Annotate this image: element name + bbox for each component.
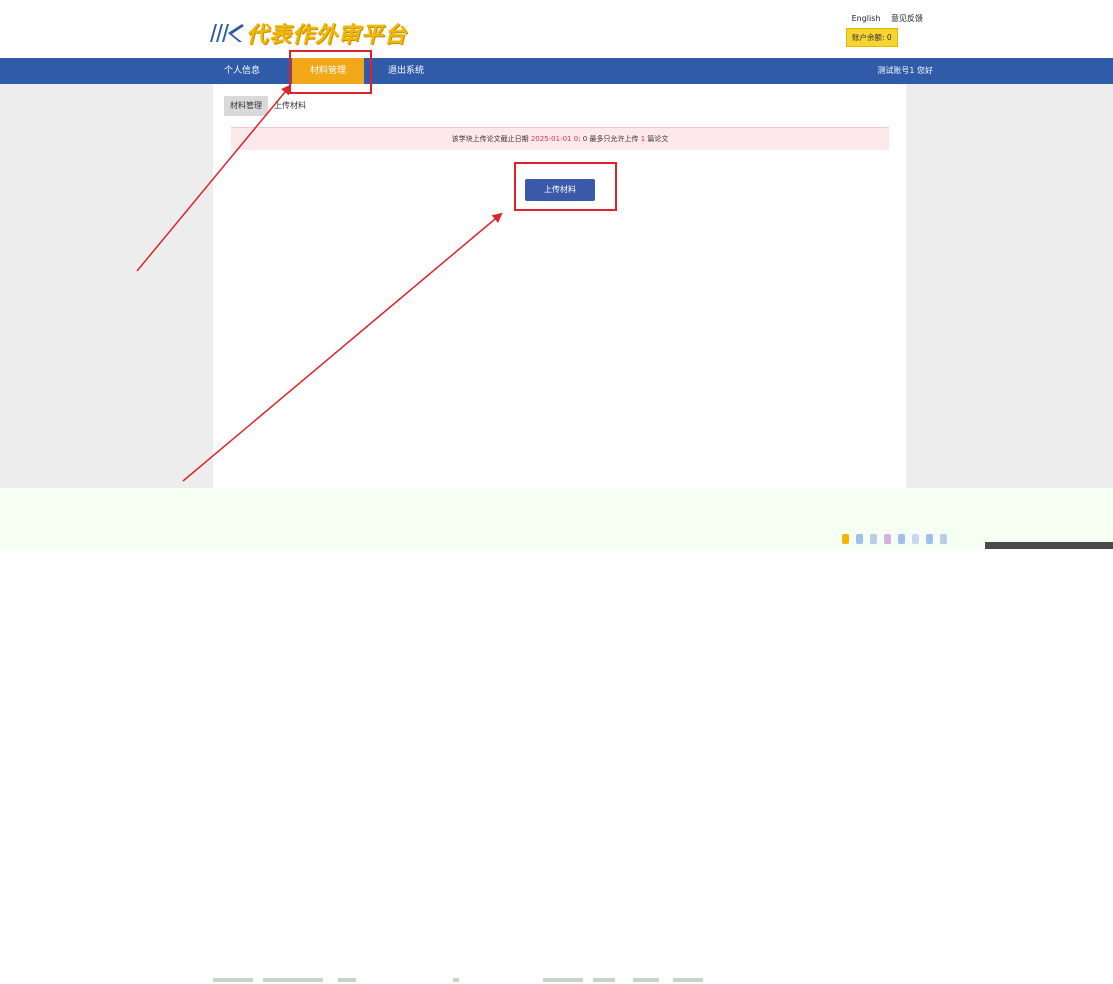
nav-item-profile[interactable]: 个人信息 xyxy=(213,58,271,84)
app-icon[interactable] xyxy=(842,534,849,544)
notice-deadline: 2025-01-01 0 xyxy=(530,135,579,143)
account-balance-badge: 账户余额: 0 xyxy=(846,28,898,47)
app-icon[interactable] xyxy=(884,534,891,544)
app-icon[interactable] xyxy=(926,534,933,544)
tab-upload-material[interactable]: 上传材料 xyxy=(268,96,312,116)
main-nav: 个人信息 材料管理 退出系统 测试账号1 您好 xyxy=(0,58,1113,84)
annotation-box-button xyxy=(514,162,617,211)
right-margin xyxy=(906,84,1113,488)
notice-suffix: 篇论文 xyxy=(647,135,669,143)
tab-material-management[interactable]: 材料管理 xyxy=(224,96,268,116)
app-icon[interactable] xyxy=(898,534,905,544)
app-icon[interactable] xyxy=(940,534,947,544)
deadline-notice: 该学块上传论文截止日期 2025-01-01 0: 0 最多只允许上传 1 篇论… xyxy=(231,127,889,150)
left-margin xyxy=(0,84,213,488)
tab-bar: 材料管理 上传材料 xyxy=(224,96,312,116)
notice-prefix: 该学块上传论文截止日期 xyxy=(451,135,529,143)
app-icon[interactable] xyxy=(856,534,863,544)
top-links: English 意见反馈 xyxy=(844,13,923,24)
footer-garbled-strip xyxy=(213,978,743,984)
logo: 代表作外审平台 xyxy=(208,18,407,48)
taskbar-icons xyxy=(842,534,972,546)
app-icon[interactable] xyxy=(912,534,919,544)
app-icon[interactable] xyxy=(870,534,877,544)
notice-mid: : 0 最多只允许上传 xyxy=(578,135,639,143)
notice-count: 1 xyxy=(640,135,646,143)
annotation-box-nav xyxy=(289,50,372,94)
feedback-link[interactable]: 意见反馈 xyxy=(891,14,923,23)
taskbar-edge xyxy=(985,542,1113,549)
english-link[interactable]: English xyxy=(852,14,881,23)
user-greeting: 测试账号1 您好 xyxy=(877,66,933,75)
header: 代表作外审平台 English 意见反馈 账户余额: 0 xyxy=(0,0,1113,58)
main-content: 材料管理 上传材料 该学块上传论文截止日期 2025-01-01 0: 0 最多… xyxy=(213,84,906,488)
nav-item-logout[interactable]: 退出系统 xyxy=(380,58,432,84)
logo-mark-icon xyxy=(210,24,244,42)
logo-text: 代表作外审平台 xyxy=(246,23,408,48)
